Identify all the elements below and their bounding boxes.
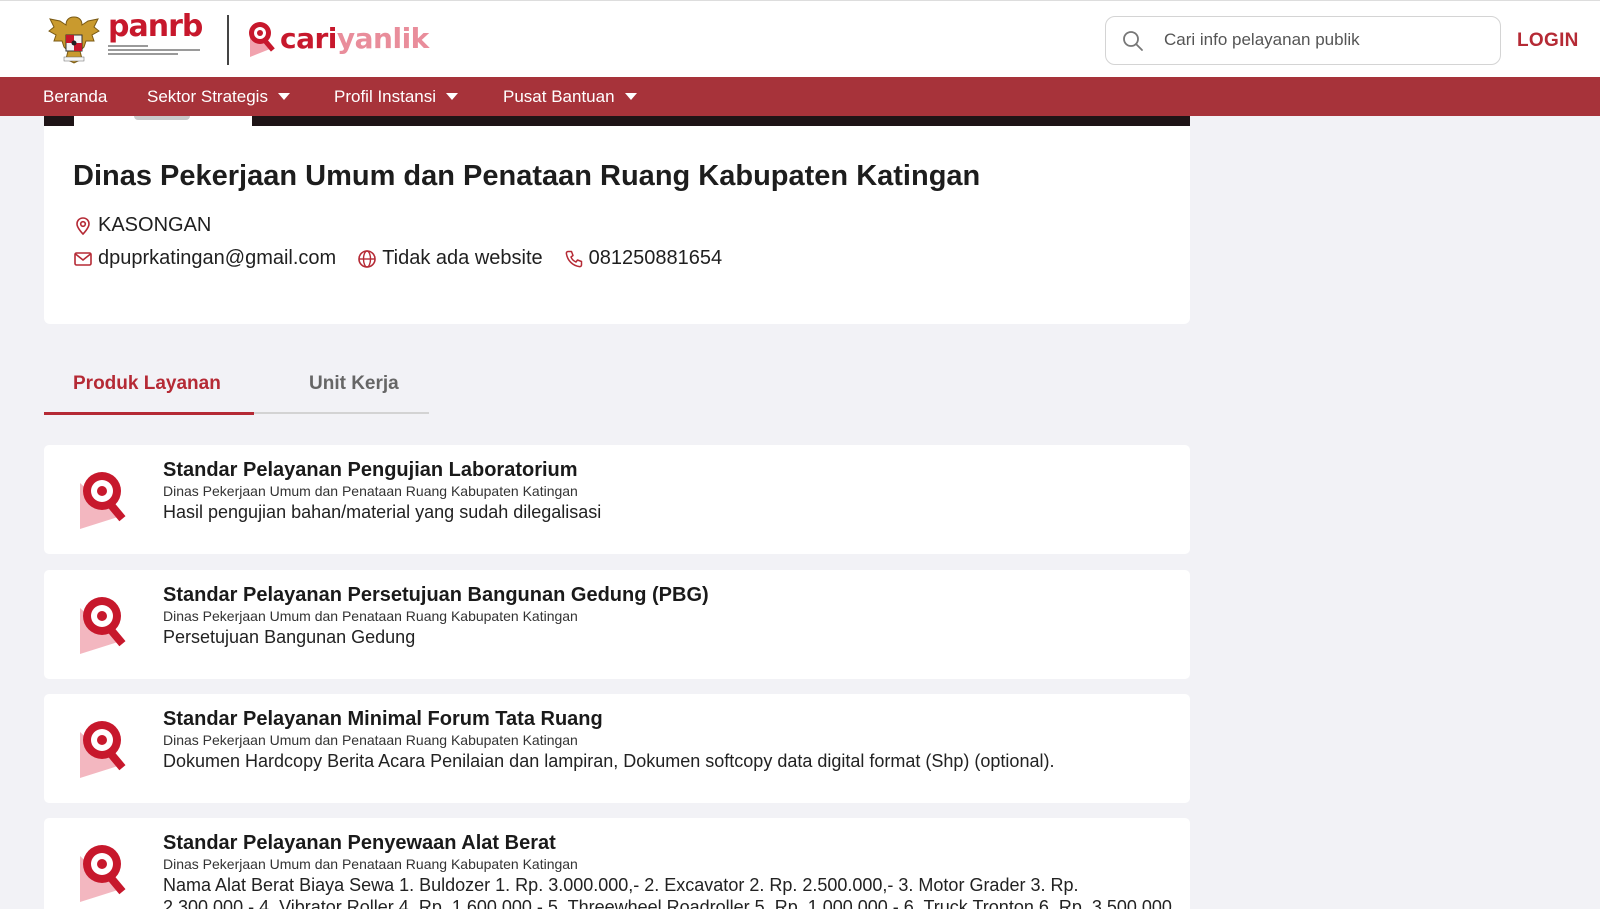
service-logo-icon — [80, 597, 126, 654]
search-input[interactable] — [1164, 25, 1484, 55]
service-card[interactable]: Standar Pelayanan Minimal Forum Tata Rua… — [44, 694, 1190, 803]
location-text: KASONGAN — [98, 214, 212, 236]
service-card[interactable]: Standar Pelayanan Penyewaan Alat Berat D… — [44, 818, 1190, 909]
login-button[interactable]: LOGIN — [1517, 30, 1579, 52]
phone-text: 081250881654 — [588, 247, 723, 269]
website-item: Tidak ada website — [357, 247, 543, 270]
service-title: Standar Pelayanan Minimal Forum Tata Rua… — [163, 708, 603, 730]
phone-icon — [565, 250, 582, 267]
tab-produk-layanan[interactable]: Produk Layanan — [44, 364, 254, 415]
service-logo-icon — [80, 472, 126, 529]
panrb-brand[interactable]: panrb — [46, 9, 203, 69]
panrb-subtitle-lines — [108, 45, 202, 55]
service-description: Persetujuan Bangunan Gedung — [163, 627, 416, 647]
caret-down-icon — [624, 93, 637, 100]
location-pin-icon — [76, 216, 90, 235]
tab-bar: Produk Layanan Unit Kerja — [44, 364, 429, 415]
email-item[interactable]: dpuprkatingan@gmail.com — [73, 247, 336, 270]
service-agency: Dinas Pekerjaan Umum dan Penataan Ruang … — [163, 856, 578, 872]
nav-item-sektor-strategis[interactable]: Sektor Strategis — [147, 77, 290, 116]
nav-item-label: Beranda — [43, 86, 108, 106]
nav-item-profil-instansi[interactable]: Profil Instansi — [334, 77, 459, 116]
service-agency: Dinas Pekerjaan Umum dan Penataan Ruang … — [163, 608, 578, 624]
service-description: Hasil pengujian bahan/material yang suda… — [163, 502, 602, 522]
search-icon — [1123, 31, 1143, 51]
search-box — [1105, 16, 1501, 65]
nav-item-label: Profil Instansi — [334, 86, 437, 106]
brand-divider — [227, 15, 229, 65]
service-title: Standar Pelayanan Persetujuan Bangunan G… — [163, 584, 709, 606]
service-description: Dokumen Hardcopy Berita Acara Penilaian … — [163, 751, 1055, 771]
garuda-emblem-icon — [48, 16, 100, 64]
avatar — [74, 116, 252, 126]
service-title: Standar Pelayanan Pengujian Laboratorium — [163, 459, 578, 481]
caret-down-icon — [277, 93, 290, 100]
nav-item-pusat-bantuan[interactable]: Pusat Bantuan — [503, 77, 637, 116]
globe-icon — [358, 249, 377, 268]
service-card[interactable]: Standar Pelayanan Pengujian Laboratorium… — [44, 445, 1190, 554]
service-title: Standar Pelayanan Penyewaan Alat Berat — [163, 832, 556, 854]
nav-item-label: Pusat Bantuan — [503, 86, 615, 106]
mail-icon — [74, 251, 92, 266]
phone-item[interactable]: 081250881654 — [564, 247, 722, 270]
service-description: Nama Alat Berat Biaya Sewa 1. Buldozer 1… — [163, 875, 1172, 909]
service-logo-icon — [80, 721, 126, 778]
panrb-wordmark: panrb — [108, 9, 203, 44]
profile-banner — [44, 116, 1190, 126]
service-agency: Dinas Pekerjaan Umum dan Penataan Ruang … — [163, 732, 578, 748]
contact-row: dpuprkatingan@gmail.com Tidak ada websit… — [73, 247, 743, 270]
location-row: KASONGAN — [73, 214, 211, 237]
caret-down-icon — [446, 93, 459, 100]
cariyanlik-logo-icon — [249, 22, 275, 57]
cariyanlik-wordmark-part2: yanlik — [336, 22, 429, 55]
cariyanlik-wordmark: cariyanlik — [280, 21, 429, 57]
website-text: Tidak ada website — [382, 247, 543, 269]
service-agency: Dinas Pekerjaan Umum dan Penataan Ruang … — [163, 483, 578, 499]
page-title: Dinas Pekerjaan Umum dan Penataan Ruang … — [73, 160, 981, 192]
service-card[interactable]: Standar Pelayanan Persetujuan Bangunan G… — [44, 570, 1190, 679]
cariyanlik-wordmark-part1: cari — [280, 22, 337, 55]
email-text: dpuprkatingan@gmail.com — [98, 247, 337, 269]
cariyanlik-brand[interactable]: cariyanlik — [246, 19, 429, 59]
profile-card: Dinas Pekerjaan Umum dan Penataan Ruang … — [44, 126, 1190, 324]
service-logo-icon — [80, 845, 126, 902]
nav-item-beranda[interactable]: Beranda — [43, 77, 107, 116]
nav-item-label: Sektor Strategis — [147, 86, 268, 106]
main-nav: Beranda Sektor Strategis Profil Instansi… — [0, 77, 1600, 116]
tab-unit-kerja[interactable]: Unit Kerja — [309, 364, 399, 414]
top-header: panrb cariyanlik LOGIN — [0, 0, 1600, 77]
